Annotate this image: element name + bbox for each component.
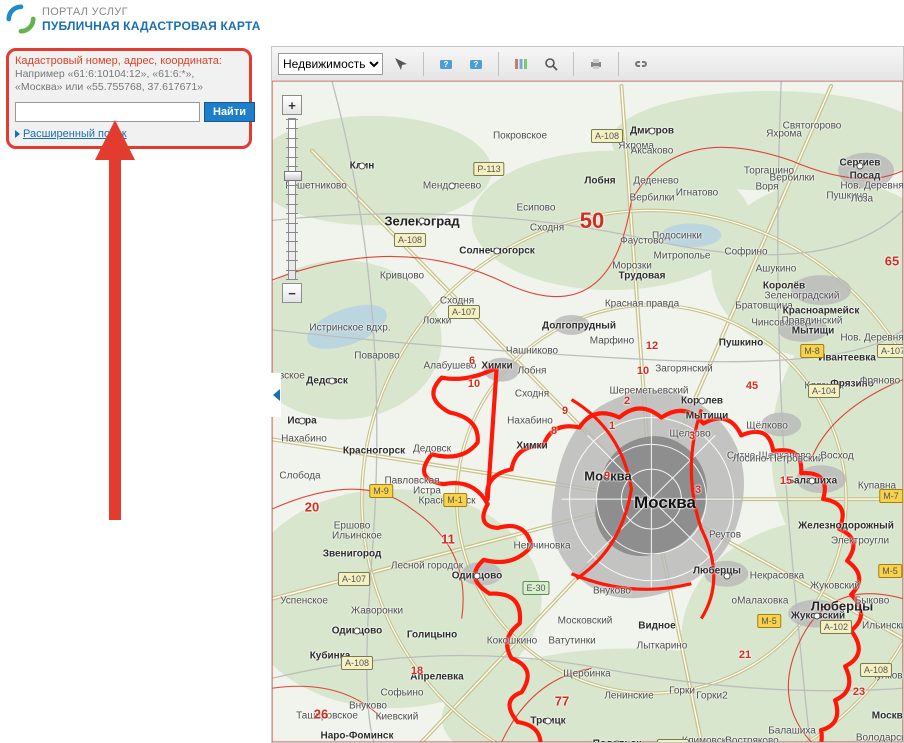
map-toolbar: Недвижимость ? ?: [272, 47, 903, 81]
advanced-search-expand-icon: [15, 130, 20, 138]
zoom-slider: + −: [282, 95, 302, 303]
search-input[interactable]: [15, 102, 200, 122]
object-type-select[interactable]: Недвижимость: [278, 53, 383, 75]
info-button[interactable]: ?: [434, 52, 458, 76]
toolbar-separator: [498, 52, 499, 76]
print-button[interactable]: [584, 52, 608, 76]
search-find-button[interactable]: Найти: [204, 102, 255, 122]
app-logo: [6, 4, 36, 34]
header-line1: ПОРТАЛ УСЛУГ: [42, 5, 261, 19]
svg-text:?: ?: [444, 60, 449, 69]
map-pane: Недвижимость ? ?: [271, 46, 904, 743]
help-button[interactable]: ?: [464, 52, 488, 76]
toolbar-separator: [573, 52, 574, 76]
map-canvas[interactable]: + −: [272, 81, 903, 742]
select-arrow-tool-button[interactable]: [389, 52, 413, 76]
app-header: ПОРТАЛ УСЛУГ ПУБЛИЧНАЯ КАДАСТРОВАЯ КАРТА: [0, 0, 904, 38]
advanced-search-link[interactable]: Расширенный поиск: [23, 128, 127, 140]
link-button[interactable]: [629, 52, 653, 76]
header-line2: ПУБЛИЧНАЯ КАДАСТРОВАЯ КАРТА: [42, 19, 261, 33]
layers-button[interactable]: [509, 52, 533, 76]
toolbar-separator: [618, 52, 619, 76]
header-titles: ПОРТАЛ УСЛУГ ПУБЛИЧНАЯ КАДАСТРОВАЯ КАРТА: [42, 5, 261, 33]
zoom-out-button[interactable]: −: [282, 283, 302, 303]
zoom-track[interactable]: [288, 118, 296, 280]
search-hint: Например «61:6:10104:12», «61:6:*», «Мос…: [15, 68, 243, 94]
zoom-in-button[interactable]: +: [282, 95, 302, 115]
chevron-left-icon: [273, 389, 280, 401]
svg-text:?: ?: [474, 60, 479, 69]
search-title: Кадастровый номер, адрес, координата:: [15, 55, 243, 67]
zoom-handle[interactable]: [284, 171, 302, 181]
collapse-sidebar-handle[interactable]: [271, 373, 281, 417]
toolbar-separator: [423, 52, 424, 76]
search-map-button[interactable]: [539, 52, 563, 76]
search-panel: Кадастровый номер, адрес, координата: На…: [6, 48, 252, 149]
annotation-arrow: [101, 120, 129, 520]
